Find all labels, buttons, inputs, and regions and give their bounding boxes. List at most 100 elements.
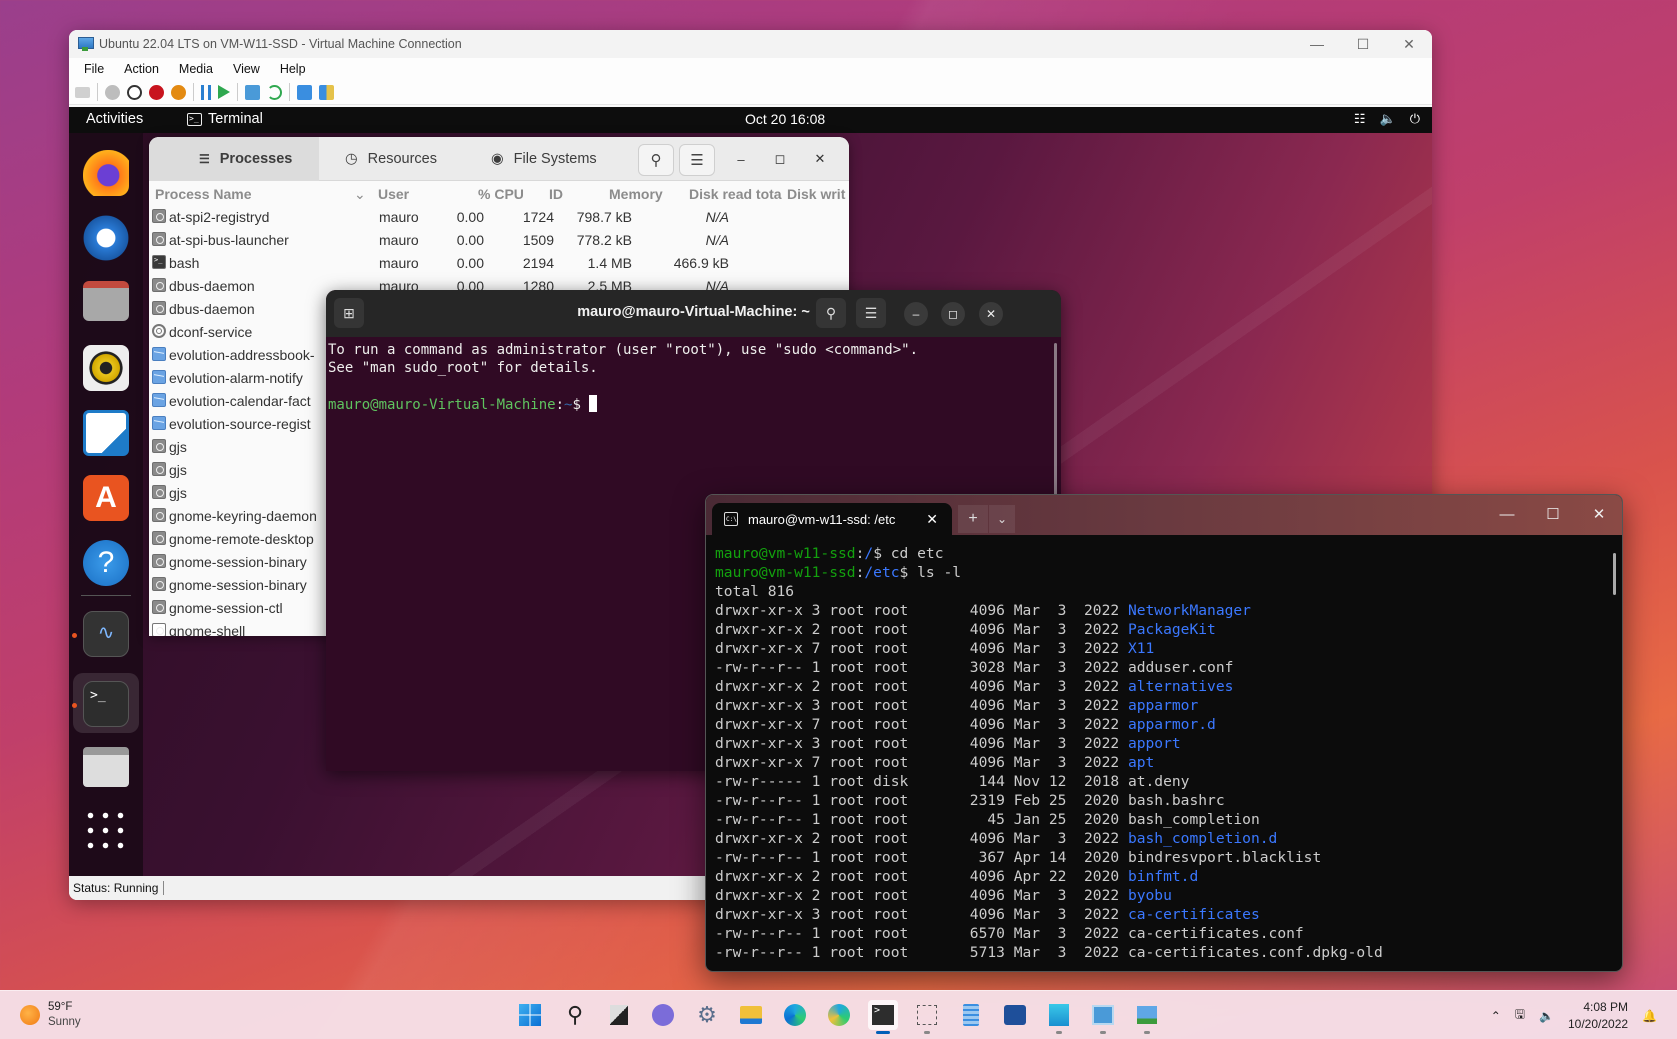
minimize-icon[interactable]: — xyxy=(1294,30,1340,58)
process-table-header: Process Name ⌄ User % CPU ID Memory Disk… xyxy=(149,181,849,206)
process-row[interactable]: at-spi-bus-launcher mauro 0.00 1509 778.2 kB… xyxy=(149,229,849,252)
notification-bell-icon[interactable]: 🔔 xyxy=(1642,1009,1657,1023)
start-icon[interactable] xyxy=(105,84,120,100)
settings-button[interactable]: ⚙ xyxy=(692,1000,722,1030)
ls-entry: -rw-r--r-- 1 root root 5713 Mar 3 2022 c… xyxy=(715,943,1383,962)
tab-file-systems[interactable]: ◉ File Systems xyxy=(491,137,597,181)
file-explorer-button[interactable] xyxy=(736,1000,766,1030)
maximize-icon[interactable]: ☐ xyxy=(1530,500,1576,528)
terminal-taskbar-button[interactable]: > xyxy=(868,1000,898,1034)
terminal-menu-button[interactable]: ☰ xyxy=(856,298,886,328)
process-row[interactable]: bash mauro 0.00 2194 1.4 MB 466.9 kB xyxy=(149,252,849,275)
search-button[interactable]: ⚲ xyxy=(560,1000,590,1030)
col-user[interactable]: User xyxy=(378,186,409,202)
vm-connection-button[interactable] xyxy=(1132,1000,1162,1034)
menu-action[interactable]: Action xyxy=(124,62,159,76)
settings-icon[interactable] xyxy=(319,84,334,100)
checkpoint-icon[interactable] xyxy=(245,84,260,100)
maximize-icon[interactable]: ◻ xyxy=(941,302,965,326)
shutdown-icon[interactable] xyxy=(149,84,164,100)
minimize-icon[interactable]: – xyxy=(904,302,928,326)
turn-off-icon[interactable] xyxy=(127,84,142,100)
col-cpu[interactable]: % CPU xyxy=(478,186,524,202)
close-icon[interactable]: ✕ xyxy=(1386,30,1432,58)
taskbar-clock[interactable]: 4:08 PM 10/20/2022 xyxy=(1568,999,1628,1033)
dock-rhythmbox-icon[interactable] xyxy=(83,345,129,391)
dock-terminal-icon[interactable]: >_ xyxy=(83,681,129,727)
dock-writer-icon[interactable] xyxy=(83,410,129,456)
dock-trash-icon[interactable] xyxy=(83,747,129,787)
ubuntu-clock[interactable]: Oct 20 16:08 xyxy=(745,111,825,127)
pause-icon[interactable] xyxy=(201,84,211,100)
store-button[interactable] xyxy=(1000,1000,1030,1030)
windows-terminal-output[interactable]: mauro@vm-w11-ssd:/$ cd etc mauro@vm-w11-s… xyxy=(715,544,1383,962)
search-button[interactable]: ⚲ xyxy=(638,144,674,176)
process-row[interactable]: at-spi2-registryd mauro 0.00 1724 798.7 kB N/… xyxy=(149,206,849,229)
revert-icon[interactable] xyxy=(267,84,282,100)
terminal-scrollbar[interactable] xyxy=(1613,553,1616,595)
process-disk-read: 466.9 kB xyxy=(673,255,729,271)
save-icon[interactable] xyxy=(171,84,186,100)
running-indicator xyxy=(1144,1031,1150,1034)
edge-canary-button[interactable] xyxy=(824,1000,854,1030)
close-icon[interactable]: ✕ xyxy=(979,302,1003,326)
process-gear-icon xyxy=(152,554,166,568)
terminal-tab[interactable]: C:\ mauro@vm-w11-ssd: /etc ✕ xyxy=(712,503,952,535)
sort-chevron-icon[interactable]: ⌄ xyxy=(354,186,366,203)
maximize-icon[interactable]: ☐ xyxy=(1340,30,1386,58)
menu-view[interactable]: View xyxy=(233,62,260,76)
col-memory[interactable]: Memory xyxy=(609,186,663,202)
tab-close-icon[interactable]: ✕ xyxy=(926,511,938,528)
dock-help-icon[interactable]: ? xyxy=(83,540,129,586)
enhanced-session-icon[interactable] xyxy=(297,84,312,100)
col-id[interactable]: ID xyxy=(549,186,563,202)
process-name: bash xyxy=(169,255,200,271)
chat-button[interactable] xyxy=(648,1000,678,1030)
terminal-output[interactable]: To run a command as administrator (user … xyxy=(328,341,918,414)
ls-entry-meta: drwxr-xr-x 2 root root 4096 Mar 3 2022 xyxy=(715,678,1128,695)
system-menu[interactable]: ☷ 🔈 ⏻ xyxy=(1354,111,1420,127)
dock-files-icon[interactable] xyxy=(83,281,129,321)
azure-data-studio-button[interactable] xyxy=(1044,1000,1074,1034)
maximize-icon[interactable]: ◻ xyxy=(768,147,792,171)
system-tray: ⌃ 🖫 🔈 4:08 PM 10/20/2022 🔔 xyxy=(1491,991,1657,1039)
menu-button[interactable]: ☰ xyxy=(679,144,715,176)
dock-show-apps-icon[interactable] xyxy=(83,808,129,854)
minimize-icon[interactable]: – xyxy=(729,147,753,171)
notepad-button[interactable] xyxy=(956,1000,986,1030)
menu-help[interactable]: Help xyxy=(280,62,306,76)
edge-button[interactable] xyxy=(780,1000,810,1030)
terminal-search-button[interactable]: ⚲ xyxy=(816,298,846,328)
app-menu-terminal[interactable]: >_ Terminal xyxy=(187,111,263,127)
dock-firefox-icon[interactable] xyxy=(83,150,129,196)
dock-software-icon[interactable]: A xyxy=(83,475,129,521)
close-icon[interactable]: ✕ xyxy=(1576,500,1622,528)
menu-file[interactable]: File xyxy=(84,62,104,76)
dock-thunderbird-icon[interactable] xyxy=(83,215,129,261)
resume-icon[interactable] xyxy=(218,85,230,99)
vm-title-bar[interactable]: Ubuntu 22.04 LTS on VM-W11-SSD - Virtual… xyxy=(69,30,1432,58)
close-icon[interactable]: ✕ xyxy=(808,147,832,171)
menu-media[interactable]: Media xyxy=(179,62,213,76)
hyperv-manager-button[interactable] xyxy=(1088,1000,1118,1034)
col-disk-read[interactable]: Disk read tota xyxy=(689,186,782,202)
activities-button[interactable]: Activities xyxy=(86,111,143,127)
new-tab-button[interactable]: + xyxy=(958,505,988,533)
snipping-tool-button[interactable] xyxy=(912,1000,942,1034)
windows-terminal-titlebar[interactable]: C:\ mauro@vm-w11-ssd: /etc ✕ + ⌄ — ☐ ✕ xyxy=(706,495,1622,535)
terminal-header[interactable]: ⊞ mauro@mauro-Virtual-Machine: ~ ⚲ ☰ – ◻… xyxy=(326,290,1061,337)
start-button[interactable] xyxy=(515,1000,545,1030)
volume-icon[interactable]: 🔈 xyxy=(1539,1009,1554,1023)
tab-processes[interactable]: ☰ Processes xyxy=(149,137,319,181)
col-process-name[interactable]: Process Name xyxy=(155,186,252,202)
weather-widget[interactable]: 59°F Sunny xyxy=(20,1000,81,1030)
dock-system-monitor-icon[interactable]: ∿ xyxy=(83,611,129,657)
tab-dropdown-button[interactable]: ⌄ xyxy=(989,505,1015,533)
minimize-icon[interactable]: — xyxy=(1484,500,1530,528)
tab-resources[interactable]: ◷ Resources xyxy=(345,137,437,181)
col-disk-write[interactable]: Disk writ xyxy=(787,186,845,202)
ctrl-alt-del-icon[interactable] xyxy=(75,86,90,98)
task-view-button[interactable] xyxy=(604,1000,634,1030)
network-icon[interactable]: 🖫 xyxy=(1515,1005,1525,1026)
tray-overflow-chevron-icon[interactable]: ⌃ xyxy=(1491,1009,1501,1023)
